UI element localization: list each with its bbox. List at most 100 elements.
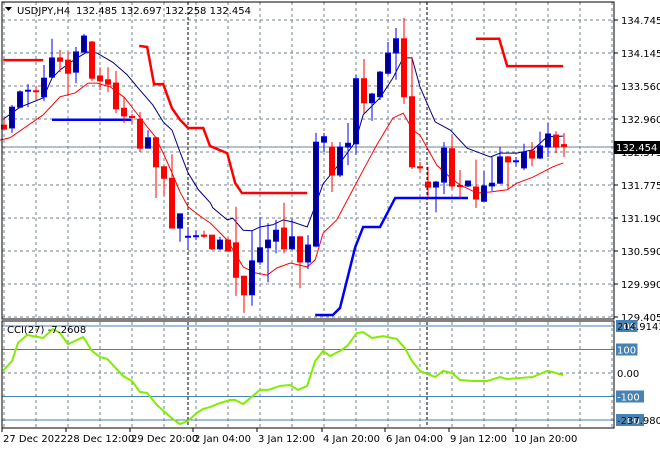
- candle-bull: [521, 151, 527, 169]
- candle-bull: [545, 133, 551, 148]
- candle-bear: [121, 107, 127, 117]
- triangle-down-icon[interactable]: [5, 7, 12, 11]
- candle-bear: [425, 181, 431, 188]
- candle-bear: [233, 242, 239, 278]
- price-label: 134.145: [621, 49, 660, 60]
- candle-bear: [33, 90, 39, 93]
- candle-bear: [281, 227, 287, 250]
- time-label: 29 Dec 20:00: [131, 434, 198, 445]
- candle-bull: [441, 147, 447, 183]
- ma-fast-line: [2, 51, 564, 232]
- candle-bull: [433, 181, 439, 188]
- candle-bull: [305, 244, 311, 263]
- candle-bear: [297, 236, 303, 263]
- candle-bear: [401, 38, 407, 98]
- candle-bull: [465, 180, 471, 187]
- candle-bear: [169, 177, 175, 229]
- candle-bull: [273, 229, 279, 242]
- candle-bull: [145, 137, 151, 149]
- candle-bull: [289, 236, 295, 250]
- cci-axis: 2001000.00-100-200214.9143-237.9803: [616, 320, 660, 427]
- candle-bear: [97, 75, 103, 82]
- candle-bear: [457, 184, 463, 187]
- cci-level-label: -100: [617, 393, 640, 404]
- cci-level-label: 100: [617, 346, 636, 357]
- cci-indicator: [2, 325, 614, 426]
- cci-axis-max: 214.9143: [617, 322, 660, 333]
- candle-bull: [257, 247, 263, 263]
- candle-bull: [489, 182, 495, 187]
- time-label: 27 Dec 2022: [3, 434, 67, 445]
- candle-bear: [241, 275, 247, 296]
- candle-bear: [89, 41, 95, 79]
- candle-bear: [417, 166, 423, 169]
- time-label: 3 Jan 12:00: [258, 434, 315, 445]
- price-label: 131.190: [621, 214, 660, 225]
- candle-bear: [153, 137, 159, 168]
- ohlc-values: 132.485 132.697 132.258 132.454: [76, 6, 251, 17]
- candle-bull: [537, 145, 543, 159]
- symbol-label: USDJPY,H4: [17, 6, 70, 17]
- candle-bull: [337, 146, 343, 176]
- candle-bull: [49, 57, 55, 78]
- price-label: 132.960: [621, 115, 660, 126]
- price-label: 134.745: [621, 16, 660, 27]
- price-chart[interactable]: USDJPY,H4 132.485 132.697 132.258 132.45…: [0, 0, 660, 450]
- candles: [1, 17, 567, 313]
- time-label: 28 Dec 12:00: [67, 434, 134, 445]
- candle-bull: [369, 93, 375, 104]
- candle-bull: [217, 239, 223, 250]
- candle-bull: [193, 235, 199, 238]
- candle-bear: [161, 166, 167, 179]
- candle-bull: [265, 239, 271, 249]
- time-label: 6 Jan 04:00: [386, 434, 443, 445]
- candle-bull: [17, 91, 23, 108]
- candle-bull: [377, 71, 383, 98]
- candle-bear: [561, 144, 567, 147]
- time-label: 4 Jan 20:00: [323, 434, 380, 445]
- candle-bull: [353, 78, 359, 145]
- candle-bear: [209, 234, 215, 250]
- cci-axis-min: -237.9803: [617, 416, 660, 427]
- candle-bear: [473, 186, 479, 200]
- candle-bull: [385, 52, 391, 74]
- candle-bear: [329, 146, 335, 176]
- candle-bear: [361, 78, 367, 104]
- price-label: 131.775: [621, 181, 660, 192]
- cci-title: CCI(27) -7.2608: [7, 325, 86, 336]
- candle-bull: [497, 156, 503, 184]
- candle-bull: [73, 51, 79, 73]
- resistance-line: [476, 37, 564, 68]
- candle-bull: [41, 77, 47, 98]
- candle-bull: [345, 142, 351, 148]
- candle-bull: [177, 213, 183, 229]
- time-axis: 27 Dec 2022 28 Dec 12:0029 Dec 20:002 Jan…: [1, 428, 577, 445]
- candle-bear: [505, 156, 511, 163]
- candle-bear: [137, 118, 143, 149]
- candle-bull: [81, 35, 87, 53]
- price-label: 130.590: [621, 247, 660, 258]
- candle-bear: [65, 59, 71, 74]
- candle-bull: [481, 185, 487, 202]
- price-label: 129.990: [621, 280, 660, 291]
- price-axis: 134.745134.145133.560132.960132.373131.7…: [614, 16, 660, 324]
- candle-bear: [225, 239, 231, 252]
- candle-bull: [393, 38, 399, 54]
- candle-bear: [409, 96, 415, 168]
- candle-bull: [313, 141, 319, 247]
- candle-bull: [513, 160, 519, 163]
- indicator-lines: [0, 37, 564, 317]
- candle-bear: [57, 57, 63, 62]
- candle-bull: [249, 260, 255, 296]
- support-line: [315, 196, 468, 317]
- candle-bear: [105, 79, 111, 85]
- time-label: 2 Jan 04:00: [194, 434, 251, 445]
- candle-bear: [529, 150, 535, 159]
- candle-bear: [201, 234, 207, 237]
- candle-bull: [9, 106, 15, 129]
- cci-level-label: 0.00: [617, 369, 639, 380]
- cci-line: [2, 327, 564, 426]
- candle-bear: [449, 148, 455, 187]
- candle-bear: [129, 115, 135, 118]
- price-label: 133.560: [621, 82, 660, 93]
